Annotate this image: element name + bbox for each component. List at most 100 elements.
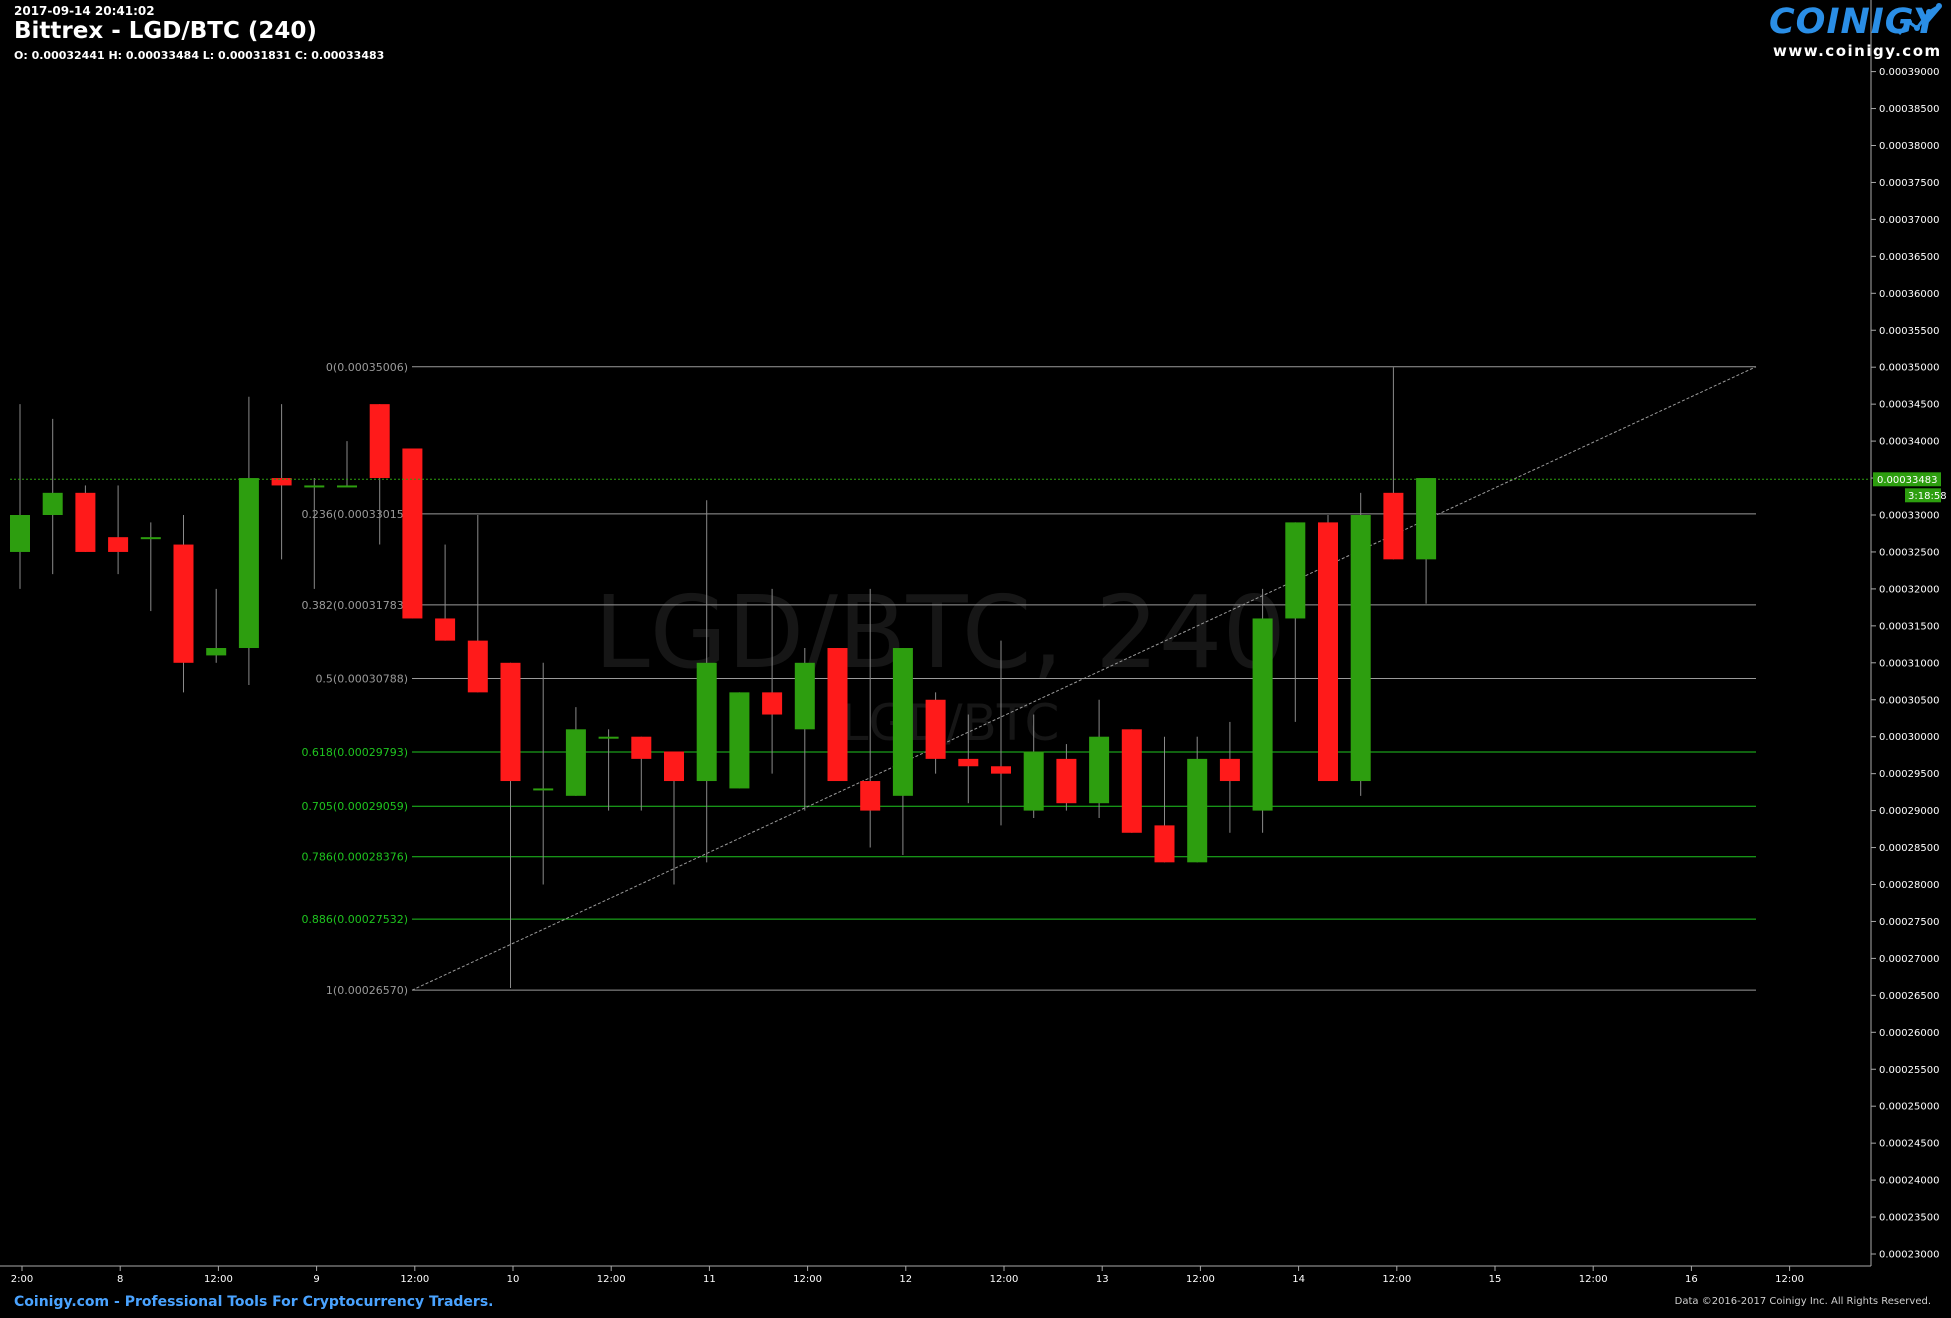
y-tick-label: 0.00028000 <box>1879 880 1939 891</box>
x-tick-label: 12:00 <box>204 1274 233 1285</box>
footer-tagline[interactable]: Coinigy.com - Professional Tools For Cry… <box>14 1294 493 1310</box>
candle-down <box>958 758 979 767</box>
candle-down <box>1056 758 1077 804</box>
y-tick-label: 0.00037500 <box>1879 178 1939 189</box>
y-tick-label: 0.00023000 <box>1879 1250 1939 1261</box>
y-tick-label: 0.00025500 <box>1879 1065 1939 1076</box>
y-tick-label: 0.00036000 <box>1879 289 1939 300</box>
x-tick-label: 12:00 <box>1186 1274 1215 1285</box>
y-tick-label: 0.00035000 <box>1879 363 1939 374</box>
candle-down <box>500 662 521 782</box>
x-tick-label: 12 <box>899 1274 912 1285</box>
x-tick-label: 12:00 <box>990 1274 1019 1285</box>
y-tick-label: 0.00029000 <box>1879 806 1939 817</box>
ohlc-readout: O: 0.00032441 H: 0.00033484 L: 0.0003183… <box>14 49 385 62</box>
y-tick-label: 0.00030000 <box>1879 732 1939 743</box>
candle-up <box>1187 758 1208 863</box>
y-tick-label: 0.00032500 <box>1879 547 1939 558</box>
candle-up <box>140 537 161 540</box>
y-tick-label: 0.00031500 <box>1879 621 1939 632</box>
y-tick-label: 0.00024000 <box>1879 1176 1939 1187</box>
fib-level-label: 0.618(0.00029793) <box>301 746 408 759</box>
candle-up <box>1023 751 1044 811</box>
x-tick-label: 12:00 <box>1382 1274 1411 1285</box>
candle-up <box>533 788 554 791</box>
x-tick-label: 12:00 <box>793 1274 822 1285</box>
x-tick-label: 2:00 <box>11 1274 33 1285</box>
y-tick-label: 0.00026000 <box>1879 1028 1939 1039</box>
candle-up <box>42 492 63 515</box>
candle-down <box>1383 492 1404 560</box>
fib-level-label: 0.705(0.00029059) <box>301 800 408 813</box>
candle-up <box>10 515 30 552</box>
y-tick-label: 0.00023500 <box>1879 1213 1939 1224</box>
candle-down <box>402 448 423 619</box>
y-tick-label: 0.00034500 <box>1879 400 1939 411</box>
x-tick-label: 14 <box>1292 1274 1305 1285</box>
candle-down <box>925 699 946 759</box>
chart-timestamp: 2017-09-14 20:41:02 <box>14 4 155 18</box>
candle-up <box>238 478 259 649</box>
candle-down <box>467 640 488 693</box>
y-tick-label: 0.00024500 <box>1879 1139 1939 1150</box>
fib-level-label: 0.886(0.00027532) <box>301 913 408 926</box>
candle-down <box>173 544 194 663</box>
footer-copyright: Data ©2016-2017 Coinigy Inc. All Rights … <box>1674 1296 1931 1307</box>
y-tick-label: 0.00036500 <box>1879 252 1939 263</box>
y-tick-label: 0.00029500 <box>1879 769 1939 780</box>
candle-up <box>565 729 586 796</box>
candle-up <box>1089 736 1110 804</box>
candle-down <box>762 692 783 715</box>
y-tick-label: 0.00033000 <box>1879 511 1939 522</box>
candle-up <box>794 662 815 730</box>
current-price-label: 0.00033483 <box>1877 475 1937 486</box>
x-tick-label: 9 <box>313 1274 319 1285</box>
candle-down <box>1154 825 1175 863</box>
y-tick-label: 0.00027500 <box>1879 917 1939 928</box>
candle-down <box>108 537 129 552</box>
candle-up <box>729 692 750 789</box>
fib-level-label: 0(0.00035006) <box>326 361 408 374</box>
candle-down <box>827 648 848 782</box>
candle-down <box>1219 758 1240 782</box>
candle-up <box>206 648 227 656</box>
candle-up <box>304 485 325 488</box>
x-tick-label: 8 <box>117 1274 123 1285</box>
x-tick-label: 12:00 <box>1579 1274 1608 1285</box>
candle-down <box>1121 729 1142 833</box>
logo-url: www.coinigy.com <box>1773 42 1942 60</box>
y-tick-label: 0.00025000 <box>1879 1102 1939 1113</box>
candle-down <box>435 618 456 641</box>
x-tick-label: 12:00 <box>1775 1274 1804 1285</box>
candle-up <box>598 736 619 739</box>
y-tick-label: 0.00028500 <box>1879 843 1939 854</box>
fib-level-label: 0.786(0.00028376) <box>301 851 408 864</box>
candle-up <box>892 648 913 796</box>
fib-level-label: 1(0.00026570) <box>326 984 408 997</box>
chart-title: Bittrex - LGD/BTC (240) <box>14 18 317 44</box>
coinigy-logo[interactable]: COINIGY www.coinigy.com <box>1769 2 1945 60</box>
candle-up <box>337 485 357 488</box>
coinigy-chart-icon <box>1897 3 1942 35</box>
candle-up <box>1252 618 1273 811</box>
y-tick-label: 0.00039000 <box>1879 67 1939 78</box>
y-tick-label: 0.00035500 <box>1879 326 1939 337</box>
y-tick-label: 0.00026500 <box>1879 991 1939 1002</box>
y-tick-label: 0.00030500 <box>1879 695 1939 706</box>
x-tick-label: 12:00 <box>597 1274 626 1285</box>
y-tick-label: 0.00031000 <box>1879 658 1939 669</box>
x-tick-label: 12:00 <box>400 1274 429 1285</box>
x-tick-label: 13 <box>1096 1274 1109 1285</box>
candle-down <box>75 492 96 552</box>
countdown-label: 3:18:58 <box>1908 491 1947 502</box>
x-tick-label: 16 <box>1685 1274 1698 1285</box>
y-tick-label: 0.00032000 <box>1879 584 1939 595</box>
candle-down <box>664 751 684 782</box>
price-chart[interactable]: LGD/BTC, 240 LGD/BTC 0(0.00035006)0.236(… <box>0 0 1951 1318</box>
x-tick-label: 11 <box>703 1274 716 1285</box>
x-tick-label: 10 <box>507 1274 520 1285</box>
fib-level-label: 0.236(0.00033015) <box>301 508 408 521</box>
y-tick-label: 0.00034000 <box>1879 437 1939 448</box>
x-tick-label: 15 <box>1489 1274 1502 1285</box>
candle-down <box>369 404 390 479</box>
